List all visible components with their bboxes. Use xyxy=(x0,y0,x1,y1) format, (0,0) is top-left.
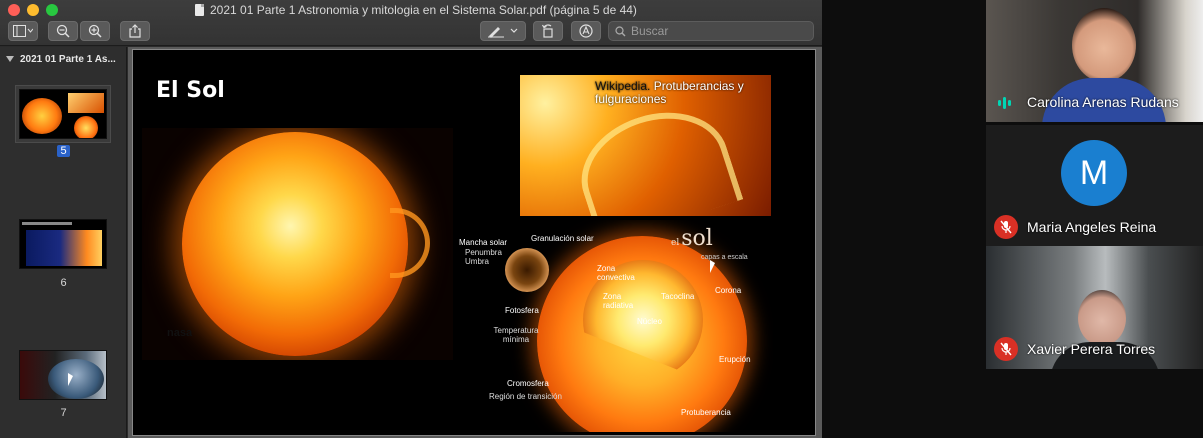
page-number-5: 5 xyxy=(0,145,127,157)
pdf-viewer-window: 2021 01 Parte 1 Astronomia y mitologia e… xyxy=(0,0,822,438)
document-icon xyxy=(195,4,204,16)
thumb-prominence-image xyxy=(68,93,104,113)
label-convective-zone: Zona convectiva xyxy=(597,264,635,282)
zoom-in-icon xyxy=(88,24,102,38)
speaking-indicator-icon xyxy=(998,97,1011,109)
participant-tile-xavier[interactable]: Xavier Perera Torres xyxy=(986,246,1203,369)
page-thumbnail-6[interactable] xyxy=(19,219,107,269)
rotate-button[interactable] xyxy=(533,21,563,41)
prominence-caption: Wikipedia. Protuberancias y fulguracione… xyxy=(595,80,765,106)
markup-button[interactable] xyxy=(480,21,526,41)
participant-tile-maria[interactable]: M Maria Angeles Reina xyxy=(986,125,1203,247)
mic-muted-icon xyxy=(994,337,1018,361)
sun-disc-image xyxy=(182,132,408,356)
participant-face xyxy=(1072,8,1136,82)
thumb-sun-image xyxy=(22,98,62,134)
thumbnail-sidebar: 2021 01 Parte 1 As... 5 6 7 xyxy=(0,47,127,438)
screen: 2021 01 Parte 1 Astronomia y mitologia e… xyxy=(0,0,1203,438)
annotate-button[interactable] xyxy=(571,21,601,41)
label-transition-region: Región de transición xyxy=(489,392,562,401)
annotate-icon xyxy=(579,24,593,38)
label-prominence: Protuberancia xyxy=(681,408,731,417)
sidebar-toggle-button[interactable] xyxy=(8,21,38,41)
sun-layers-diagram: elsol capas a escala Mancha solar Penumb… xyxy=(455,220,773,432)
slide-page: El Sol nasa Wikipedia. Protuberancias y … xyxy=(132,49,816,436)
mouse-cursor-icon xyxy=(710,260,715,273)
window-title-text: 2021 01 Parte 1 Astronomia y mitologia e… xyxy=(210,3,637,17)
photo-credit: nasa xyxy=(167,327,193,339)
avatar: M xyxy=(1061,140,1127,206)
label-chromosphere: Cromosfera xyxy=(507,379,549,388)
participant-face xyxy=(1078,290,1126,346)
label-eruption: Erupción xyxy=(719,355,751,364)
slide-title: El Sol xyxy=(156,78,225,103)
sunspot-image xyxy=(505,248,549,292)
thumb-heading-line xyxy=(22,222,72,225)
label-tachocline: Tacoclina xyxy=(661,292,695,301)
thumb-layers-image xyxy=(74,116,98,138)
thumb-spectrum-image xyxy=(26,230,102,266)
thumb-planet-image xyxy=(48,359,104,399)
share-button[interactable] xyxy=(120,21,150,41)
close-window-button[interactable] xyxy=(8,4,20,16)
page-thumbnail-5[interactable] xyxy=(16,86,110,142)
search-field[interactable] xyxy=(608,21,814,41)
mouse-cursor-icon xyxy=(68,373,73,386)
document-canvas[interactable]: El Sol nasa Wikipedia. Protuberancias y … xyxy=(128,47,822,438)
zoom-out-icon xyxy=(56,24,70,38)
label-sunspot: Mancha solar xyxy=(459,238,508,247)
label-corona: Corona xyxy=(715,286,742,295)
sidebar-header[interactable]: 2021 01 Parte 1 As... xyxy=(6,51,124,67)
window-title: 2021 01 Parte 1 Astronomia y mitologia e… xyxy=(195,2,637,18)
search-icon xyxy=(615,25,626,36)
page-thumbnail-7[interactable] xyxy=(19,350,107,400)
maximize-window-button[interactable] xyxy=(46,4,58,16)
titlebar: 2021 01 Parte 1 Astronomia y mitologia e… xyxy=(0,0,822,46)
caption-source: Wikipedia. xyxy=(595,79,651,93)
label-minimum-temperature: Temperatura mínima xyxy=(493,326,539,344)
disclosure-triangle-icon[interactable] xyxy=(6,56,14,62)
sidebar-document-name: 2021 01 Parte 1 As... xyxy=(20,53,116,65)
participant-name: Xavier Perera Torres xyxy=(1027,341,1156,357)
participant-tile-carolina[interactable]: Carolina Arenas Rudans xyxy=(986,0,1203,122)
search-input[interactable] xyxy=(631,24,801,38)
rotate-icon xyxy=(541,24,553,38)
minimize-window-button[interactable] xyxy=(27,4,39,16)
label-granulation: Granulación solar xyxy=(531,234,594,243)
label-photosphere: Fotosfera xyxy=(505,306,539,315)
page-number-6: 6 xyxy=(60,277,67,289)
sidebar-icon xyxy=(13,25,33,37)
page-number-7: 7 xyxy=(60,407,67,419)
prominence-photo: Wikipedia. Protuberancias y fulguracione… xyxy=(520,75,771,216)
label-core: Núcleo xyxy=(637,317,662,326)
solar-flare-image xyxy=(390,208,430,278)
label-penumbra: Penumbra xyxy=(465,248,502,257)
zoom-out-button[interactable] xyxy=(48,21,78,41)
diagram-heading: elsol xyxy=(671,226,713,251)
label-radiative-zone: Zona radiativa xyxy=(603,292,634,310)
prominence-arc-image xyxy=(566,94,744,216)
participant-name: Maria Angeles Reina xyxy=(1027,219,1157,235)
participant-name: Carolina Arenas Rudans xyxy=(1027,94,1179,110)
share-icon xyxy=(129,24,141,38)
label-umbra: Umbra xyxy=(465,257,490,266)
diagram-subheading: capas a escala xyxy=(701,254,748,261)
sun-photo: nasa xyxy=(142,128,453,360)
pen-icon xyxy=(488,27,518,38)
mic-muted-icon xyxy=(994,215,1018,239)
zoom-in-button[interactable] xyxy=(80,21,110,41)
